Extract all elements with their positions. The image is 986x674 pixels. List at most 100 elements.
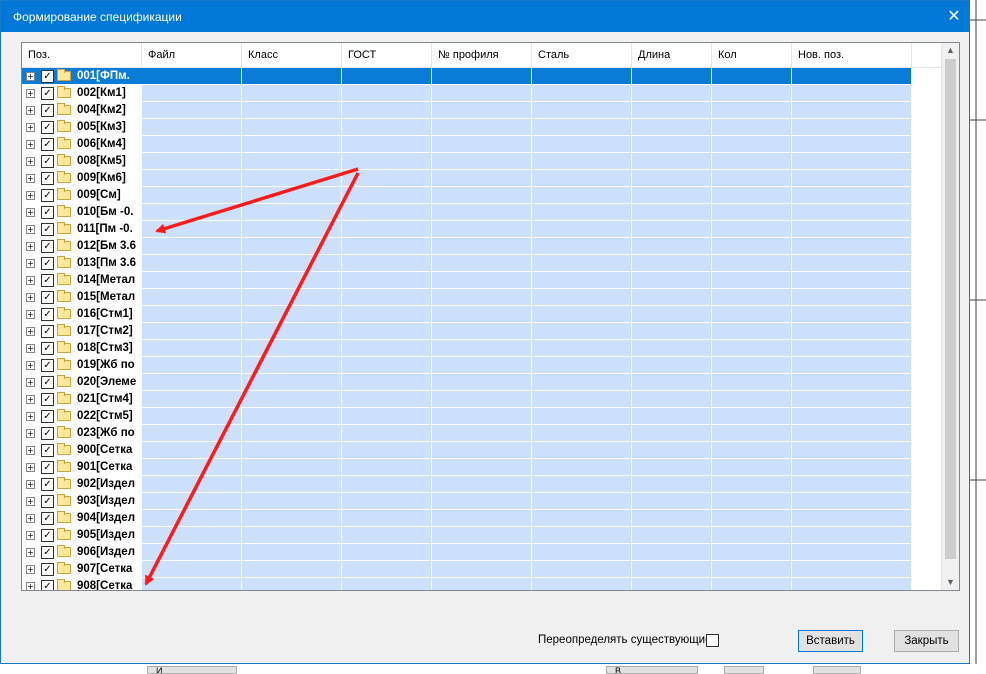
position-cell[interactable]: + ✓ 021[Стм4]	[22, 391, 142, 408]
checkbox-checked-icon[interactable]: ✓	[41, 257, 54, 270]
grid-cell[interactable]	[532, 391, 632, 408]
position-cell[interactable]: + ✓ 016[Стм1]	[22, 306, 142, 323]
tree-row[interactable]: + ✓ 017[Стм2]	[22, 323, 912, 340]
grid-cell[interactable]	[532, 204, 632, 221]
grid-cell[interactable]	[432, 102, 532, 119]
grid-cell[interactable]	[632, 408, 712, 425]
grid-cell[interactable]	[432, 357, 532, 374]
checkbox-checked-icon[interactable]: ✓	[41, 546, 54, 559]
grid-cell[interactable]	[792, 170, 912, 187]
grid-cell[interactable]	[792, 119, 912, 136]
grid-cell[interactable]	[432, 289, 532, 306]
grid-cell[interactable]	[342, 578, 432, 590]
position-cell[interactable]: + ✓ 012[Бм 3.6	[22, 238, 142, 255]
expander-plus-icon[interactable]: +	[26, 497, 35, 506]
expander-plus-icon[interactable]: +	[26, 208, 35, 217]
grid-cell[interactable]	[242, 493, 342, 510]
grid-cell[interactable]	[792, 442, 912, 459]
grid-cell[interactable]	[792, 187, 912, 204]
position-cell[interactable]: + ✓ 018[Стм3]	[22, 340, 142, 357]
checkbox-checked-icon[interactable]: ✓	[41, 461, 54, 474]
grid-cell[interactable]	[342, 340, 432, 357]
grid-cell[interactable]	[532, 289, 632, 306]
grid-cell[interactable]	[242, 408, 342, 425]
tree-row[interactable]: + ✓ 013[Пм 3.6	[22, 255, 912, 272]
tree-row[interactable]: + ✓ 011[Пм -0.	[22, 221, 912, 238]
expander-plus-icon[interactable]: +	[26, 72, 35, 81]
grid-cell[interactable]	[242, 255, 342, 272]
grid-cell[interactable]	[532, 425, 632, 442]
grid-cell[interactable]	[242, 459, 342, 476]
grid-cell[interactable]	[712, 68, 792, 85]
grid-cell[interactable]	[712, 306, 792, 323]
grid-cell[interactable]	[632, 136, 712, 153]
tree-row[interactable]: + ✓ 009[См]	[22, 187, 912, 204]
checkbox-checked-icon[interactable]: ✓	[41, 444, 54, 457]
grid-cell[interactable]	[242, 170, 342, 187]
grid-cell[interactable]	[532, 170, 632, 187]
position-cell[interactable]: + ✓ 908[Сетка	[22, 578, 142, 590]
grid-cell[interactable]	[532, 323, 632, 340]
grid-cell[interactable]	[792, 578, 912, 590]
position-cell[interactable]: + ✓ 902[Издел	[22, 476, 142, 493]
grid-cell[interactable]	[342, 374, 432, 391]
grid-cell[interactable]	[532, 357, 632, 374]
expander-plus-icon[interactable]: +	[26, 378, 35, 387]
grid-cell[interactable]	[792, 153, 912, 170]
grid-cell[interactable]	[532, 255, 632, 272]
checkbox-checked-icon[interactable]: ✓	[41, 223, 54, 236]
column-header[interactable]: Сталь	[532, 43, 632, 67]
checkbox-checked-icon[interactable]: ✓	[41, 155, 54, 168]
grid-cell[interactable]	[142, 255, 242, 272]
tree-row[interactable]: + ✓ 016[Стм1]	[22, 306, 912, 323]
grid-cell[interactable]	[142, 357, 242, 374]
grid-cell[interactable]	[792, 102, 912, 119]
grid-cell[interactable]	[632, 544, 712, 561]
grid-cell[interactable]	[632, 561, 712, 578]
grid-cell[interactable]	[342, 357, 432, 374]
expander-plus-icon[interactable]: +	[26, 514, 35, 523]
grid-cell[interactable]	[242, 374, 342, 391]
expander-plus-icon[interactable]: +	[26, 361, 35, 370]
grid-cell[interactable]	[712, 493, 792, 510]
grid-cell[interactable]	[242, 357, 342, 374]
checkbox-checked-icon[interactable]: ✓	[41, 138, 54, 151]
grid-cell[interactable]	[792, 357, 912, 374]
expander-plus-icon[interactable]: +	[26, 582, 35, 590]
checkbox-checked-icon[interactable]: ✓	[41, 427, 54, 440]
position-cell[interactable]: + ✓ 019[Жб по	[22, 357, 142, 374]
grid-cell[interactable]	[142, 425, 242, 442]
grid-cell[interactable]	[432, 68, 532, 85]
expander-plus-icon[interactable]: +	[26, 344, 35, 353]
grid-cell[interactable]	[712, 391, 792, 408]
position-cell[interactable]: + ✓ 006[Км4]	[22, 136, 142, 153]
grid-cell[interactable]	[712, 153, 792, 170]
grid-cell[interactable]	[242, 340, 342, 357]
grid-cell[interactable]	[792, 408, 912, 425]
tree-row[interactable]: + ✓ 019[Жб по	[22, 357, 912, 374]
checkbox-checked-icon[interactable]: ✓	[41, 189, 54, 202]
tree-row[interactable]: + ✓ 018[Стм3]	[22, 340, 912, 357]
grid-cell[interactable]	[792, 68, 912, 85]
grid-cell[interactable]	[632, 238, 712, 255]
grid-cell[interactable]	[792, 255, 912, 272]
grid-cell[interactable]	[792, 425, 912, 442]
grid-cell[interactable]	[432, 510, 532, 527]
grid-cell[interactable]	[792, 85, 912, 102]
expander-plus-icon[interactable]: +	[26, 242, 35, 251]
position-cell[interactable]: + ✓ 015[Метал	[22, 289, 142, 306]
grid-cell[interactable]	[532, 221, 632, 238]
tree-row[interactable]: + ✓ 900[Сетка	[22, 442, 912, 459]
grid-cell[interactable]	[632, 102, 712, 119]
tree-row[interactable]: + ✓ 022[Стм5]	[22, 408, 912, 425]
grid-cell[interactable]	[632, 459, 712, 476]
position-cell[interactable]: + ✓ 904[Издел	[22, 510, 142, 527]
grid-cell[interactable]	[712, 408, 792, 425]
grid-cell[interactable]	[712, 221, 792, 238]
grid-cell[interactable]	[712, 442, 792, 459]
grid-cell[interactable]	[342, 391, 432, 408]
position-cell[interactable]: + ✓ 901[Сетка	[22, 459, 142, 476]
grid-cell[interactable]	[712, 459, 792, 476]
grid-cell[interactable]	[242, 510, 342, 527]
grid-cell[interactable]	[792, 510, 912, 527]
